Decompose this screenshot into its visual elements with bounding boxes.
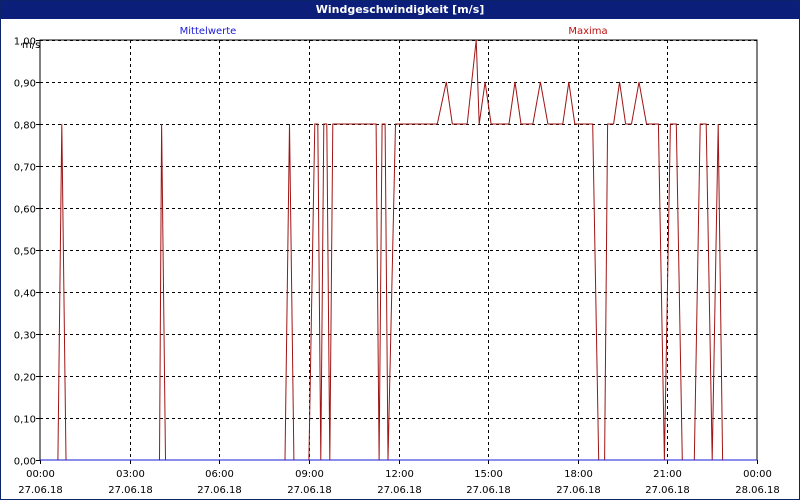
y-tick-label: 0,40 bbox=[14, 289, 36, 300]
y-tick-label: 0,00 bbox=[14, 457, 36, 468]
x-tick-time-label: 09:00 bbox=[295, 469, 324, 480]
x-tick-date-label: 27.06.18 bbox=[197, 485, 242, 496]
x-tick-time-label: 00:00 bbox=[26, 469, 55, 480]
x-tick-time-label: 00:00 bbox=[743, 469, 772, 480]
y-tick-label: 0,20 bbox=[14, 373, 36, 384]
x-tick-date-label: 27.06.18 bbox=[377, 485, 422, 496]
x-tick-date-label: 27.06.18 bbox=[466, 485, 511, 496]
x-tick-time-label: 15:00 bbox=[474, 469, 503, 480]
x-tick-time-label: 06:00 bbox=[205, 469, 234, 480]
y-tick-label: 0,70 bbox=[14, 163, 36, 174]
x-tick-time-label: 21:00 bbox=[653, 469, 682, 480]
y-tick-label: 0,30 bbox=[14, 331, 36, 342]
x-tick-date-label: 27.06.18 bbox=[18, 485, 63, 496]
x-tick-time-label: 18:00 bbox=[564, 469, 593, 480]
y-tick-label: 0,50 bbox=[14, 247, 36, 258]
plot-frame bbox=[39, 39, 758, 461]
x-tick-date-label: 27.06.18 bbox=[556, 485, 601, 496]
x-tick-date-label: 28.06.18 bbox=[735, 485, 780, 496]
y-tick-label: 0,90 bbox=[14, 79, 36, 90]
legend-mittelwerte: Mittelwerte bbox=[180, 26, 237, 37]
x-tick-time-label: 03:00 bbox=[116, 469, 145, 480]
wind-speed-chart: Mittelwerte Maximam/s0,000,100,200,300,40… bbox=[14, 26, 780, 496]
x-tick-date-label: 27.06.18 bbox=[108, 485, 153, 496]
x-tick-time-label: 12:00 bbox=[385, 469, 414, 480]
x-tick-date-label: 27.06.18 bbox=[287, 485, 332, 496]
y-tick-label: 0,60 bbox=[14, 205, 36, 216]
y-tick-label: 0,10 bbox=[14, 415, 36, 426]
legend-maxima: Maxima bbox=[568, 26, 607, 37]
y-tick-label: 0,80 bbox=[14, 121, 36, 132]
x-tick-date-label: 27.06.18 bbox=[645, 485, 690, 496]
y-tick-label: 1,00 bbox=[14, 37, 36, 48]
